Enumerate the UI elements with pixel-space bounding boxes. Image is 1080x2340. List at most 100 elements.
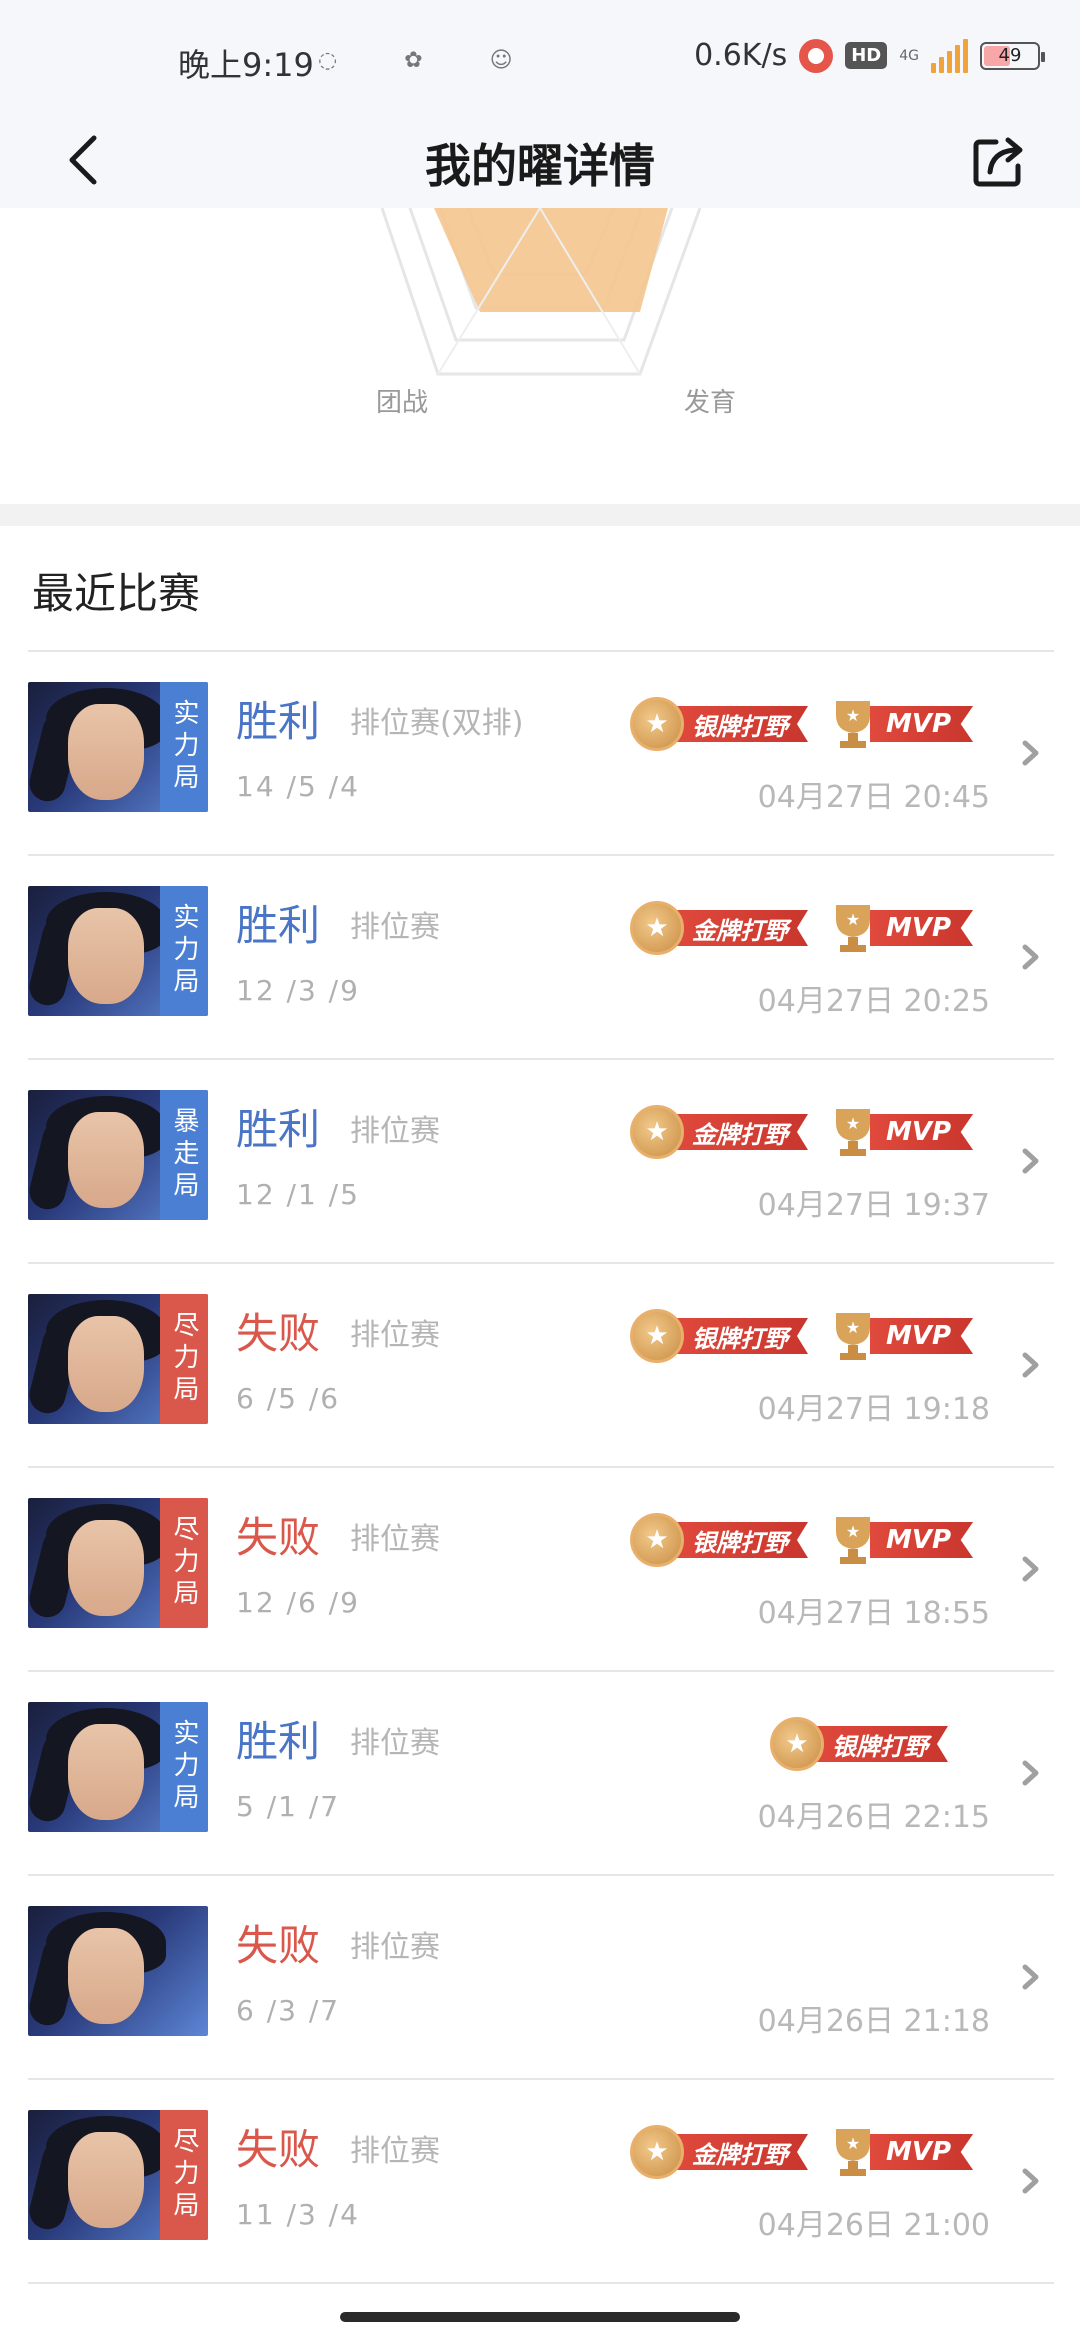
match-type-badge: 尽力局: [160, 2110, 208, 2240]
medal-badge: ★ 金牌打野: [630, 900, 808, 956]
medal-label: 银牌打野: [810, 1726, 948, 1762]
chevron-right-icon[interactable]: [1020, 1554, 1042, 1584]
chevron-right-icon[interactable]: [1020, 1962, 1042, 1992]
svg-text:★: ★: [846, 706, 860, 725]
match-result: 失败: [236, 2125, 321, 2174]
network-type: 4G: [899, 47, 919, 64]
chevron-right-icon[interactable]: [1020, 1146, 1042, 1176]
hero-avatar: 实力局: [28, 886, 208, 1016]
nav-bar: 我的曜详情: [0, 112, 1080, 208]
match-type-badge: 实力局: [160, 1702, 208, 1832]
star-medal-icon: ★: [630, 1105, 684, 1159]
match-mode: 排位赛(双排): [350, 706, 524, 741]
match-row[interactable]: 实力局 胜利 排位赛 5 /1 /7 04月26日 22:15 ★ 银牌打野: [28, 1672, 1054, 1876]
radar-chart: 团战 发育: [0, 207, 1080, 504]
match-mode: 排位赛: [350, 1318, 440, 1353]
medal-badge: ★ 金牌打野: [630, 2124, 808, 2180]
hero-avatar: 暴走局: [28, 1090, 208, 1220]
mvp-badge: ★ MVP: [828, 1512, 974, 1568]
hero-avatar: 尽力局: [28, 2110, 208, 2240]
match-result: 胜利: [236, 901, 321, 950]
star-medal-icon: ★: [630, 2125, 684, 2179]
match-type-badge: 实力局: [160, 886, 208, 1016]
match-kda: 5 /1 /7: [236, 1790, 341, 1823]
medal-badge: ★ 银牌打野: [630, 1308, 808, 1364]
radar-label-farming: 发育: [684, 388, 737, 418]
star-medal-icon: ★: [630, 1513, 684, 1567]
home-indicator[interactable]: [340, 2312, 740, 2322]
match-type-badge: 尽力局: [160, 1498, 208, 1628]
mvp-badge: ★ MVP: [828, 2124, 974, 2180]
svg-text:★: ★: [846, 1114, 860, 1133]
chevron-right-icon[interactable]: [1020, 2166, 1042, 2196]
medal-label: 银牌打野: [670, 1318, 808, 1354]
match-kda: 6 /5 /6: [236, 1382, 341, 1415]
match-date: 04月27日 19:18: [757, 1392, 990, 1427]
hero-avatar: 实力局: [28, 682, 208, 812]
chevron-right-icon[interactable]: [1020, 942, 1042, 972]
match-kda: 12 /3 /9: [236, 974, 360, 1007]
medal-badge: ★ 银牌打野: [630, 1512, 808, 1568]
svg-text:★: ★: [846, 910, 860, 929]
chevron-right-icon[interactable]: [1020, 1350, 1042, 1380]
battery-icon: 49: [980, 41, 1045, 70]
medal-label: 金牌打野: [670, 1114, 808, 1150]
medal-label: 金牌打野: [670, 910, 808, 946]
mvp-badge: ★ MVP: [828, 696, 974, 752]
status-bar: 晚上9:19 ◌ ✿ ☺ 0.6K/s HD 4G 49: [0, 0, 1080, 112]
chevron-right-icon[interactable]: [1020, 1758, 1042, 1788]
match-date: 04月27日 20:45: [757, 780, 990, 815]
match-mode: 排位赛: [350, 1726, 440, 1761]
recent-matches-title: 最近比赛: [32, 569, 201, 618]
signal-icon: [931, 38, 968, 73]
match-date: 04月26日 21:18: [757, 2004, 990, 2039]
match-date: 04月26日 21:00: [757, 2208, 990, 2243]
star-medal-icon: ★: [630, 697, 684, 751]
mvp-badge: ★ MVP: [828, 1104, 974, 1160]
match-row[interactable]: 实力局 胜利 排位赛 12 /3 /9 04月27日 20:25 ★ 金牌打野 ★ MVP: [28, 856, 1054, 1060]
star-medal-icon: ★: [630, 1309, 684, 1363]
page-title: 我的曜详情: [425, 139, 655, 193]
status-time: 晚上9:19: [178, 46, 314, 84]
match-kda: 12 /6 /9: [236, 1586, 360, 1619]
match-result: 胜利: [236, 697, 321, 746]
match-mode: 排位赛: [350, 1114, 440, 1149]
match-mode: 排位赛: [350, 1930, 440, 1965]
match-row[interactable]: 失败 排位赛 6 /3 /7 04月26日 21:18: [28, 1876, 1054, 2080]
medal-label: 金牌打野: [670, 2134, 808, 2170]
svg-text:★: ★: [846, 1522, 860, 1541]
match-result: 失败: [236, 1921, 321, 1970]
star-medal-icon: ★: [770, 1717, 824, 1771]
trophy-icon: ★: [836, 1109, 870, 1156]
notification-icons: ◌ ✿ ☺: [318, 48, 543, 73]
share-icon[interactable]: [968, 128, 1032, 192]
mvp-label: MVP: [870, 910, 974, 946]
match-date: 04月27日 20:25: [757, 984, 990, 1019]
match-row[interactable]: 尽力局 失败 排位赛 6 /5 /6 04月27日 19:18 ★ 银牌打野 ★ MVP: [28, 1264, 1054, 1468]
medal-badge: ★ 金牌打野: [630, 1104, 808, 1160]
match-date: 04月26日 22:15: [757, 1800, 990, 1835]
chevron-right-icon[interactable]: [1020, 738, 1042, 768]
hero-avatar: 尽力局: [28, 1294, 208, 1424]
hero-avatar: 实力局: [28, 1702, 208, 1832]
section-divider: [0, 504, 1080, 526]
match-mode: 排位赛: [350, 2134, 440, 2169]
trophy-icon: ★: [836, 701, 870, 748]
status-right: 0.6K/s HD 4G 49: [694, 38, 1045, 73]
match-result: 胜利: [236, 1105, 321, 1154]
match-kda: 6 /3 /7: [236, 1994, 341, 2027]
match-row[interactable]: 实力局 胜利 排位赛(双排) 14 /5 /4 04月27日 20:45 ★ 银牌打野 ★ MV…: [28, 652, 1054, 856]
mvp-label: MVP: [870, 1114, 974, 1150]
match-result: 失败: [236, 1513, 321, 1562]
match-row[interactable]: 尽力局 失败 排位赛 12 /6 /9 04月27日 18:55 ★ 银牌打野 ★ MVP: [28, 1468, 1054, 1672]
svg-text:★: ★: [846, 1318, 860, 1337]
match-type-badge: 实力局: [160, 682, 208, 812]
match-row[interactable]: 尽力局 失败 排位赛 11 /3 /4 04月26日 21:00 ★ 金牌打野 ★ MVP: [28, 2080, 1054, 2284]
alarm-icon: [799, 38, 834, 73]
medal-label: 银牌打野: [670, 1522, 808, 1558]
radar-svg: [380, 207, 702, 376]
match-kda: 11 /3 /4: [236, 2198, 360, 2231]
mvp-badge: ★ MVP: [828, 900, 974, 956]
match-date: 04月27日 19:37: [757, 1188, 990, 1223]
match-row[interactable]: 暴走局 胜利 排位赛 12 /1 /5 04月27日 19:37 ★ 金牌打野 ★ MVP: [28, 1060, 1054, 1264]
